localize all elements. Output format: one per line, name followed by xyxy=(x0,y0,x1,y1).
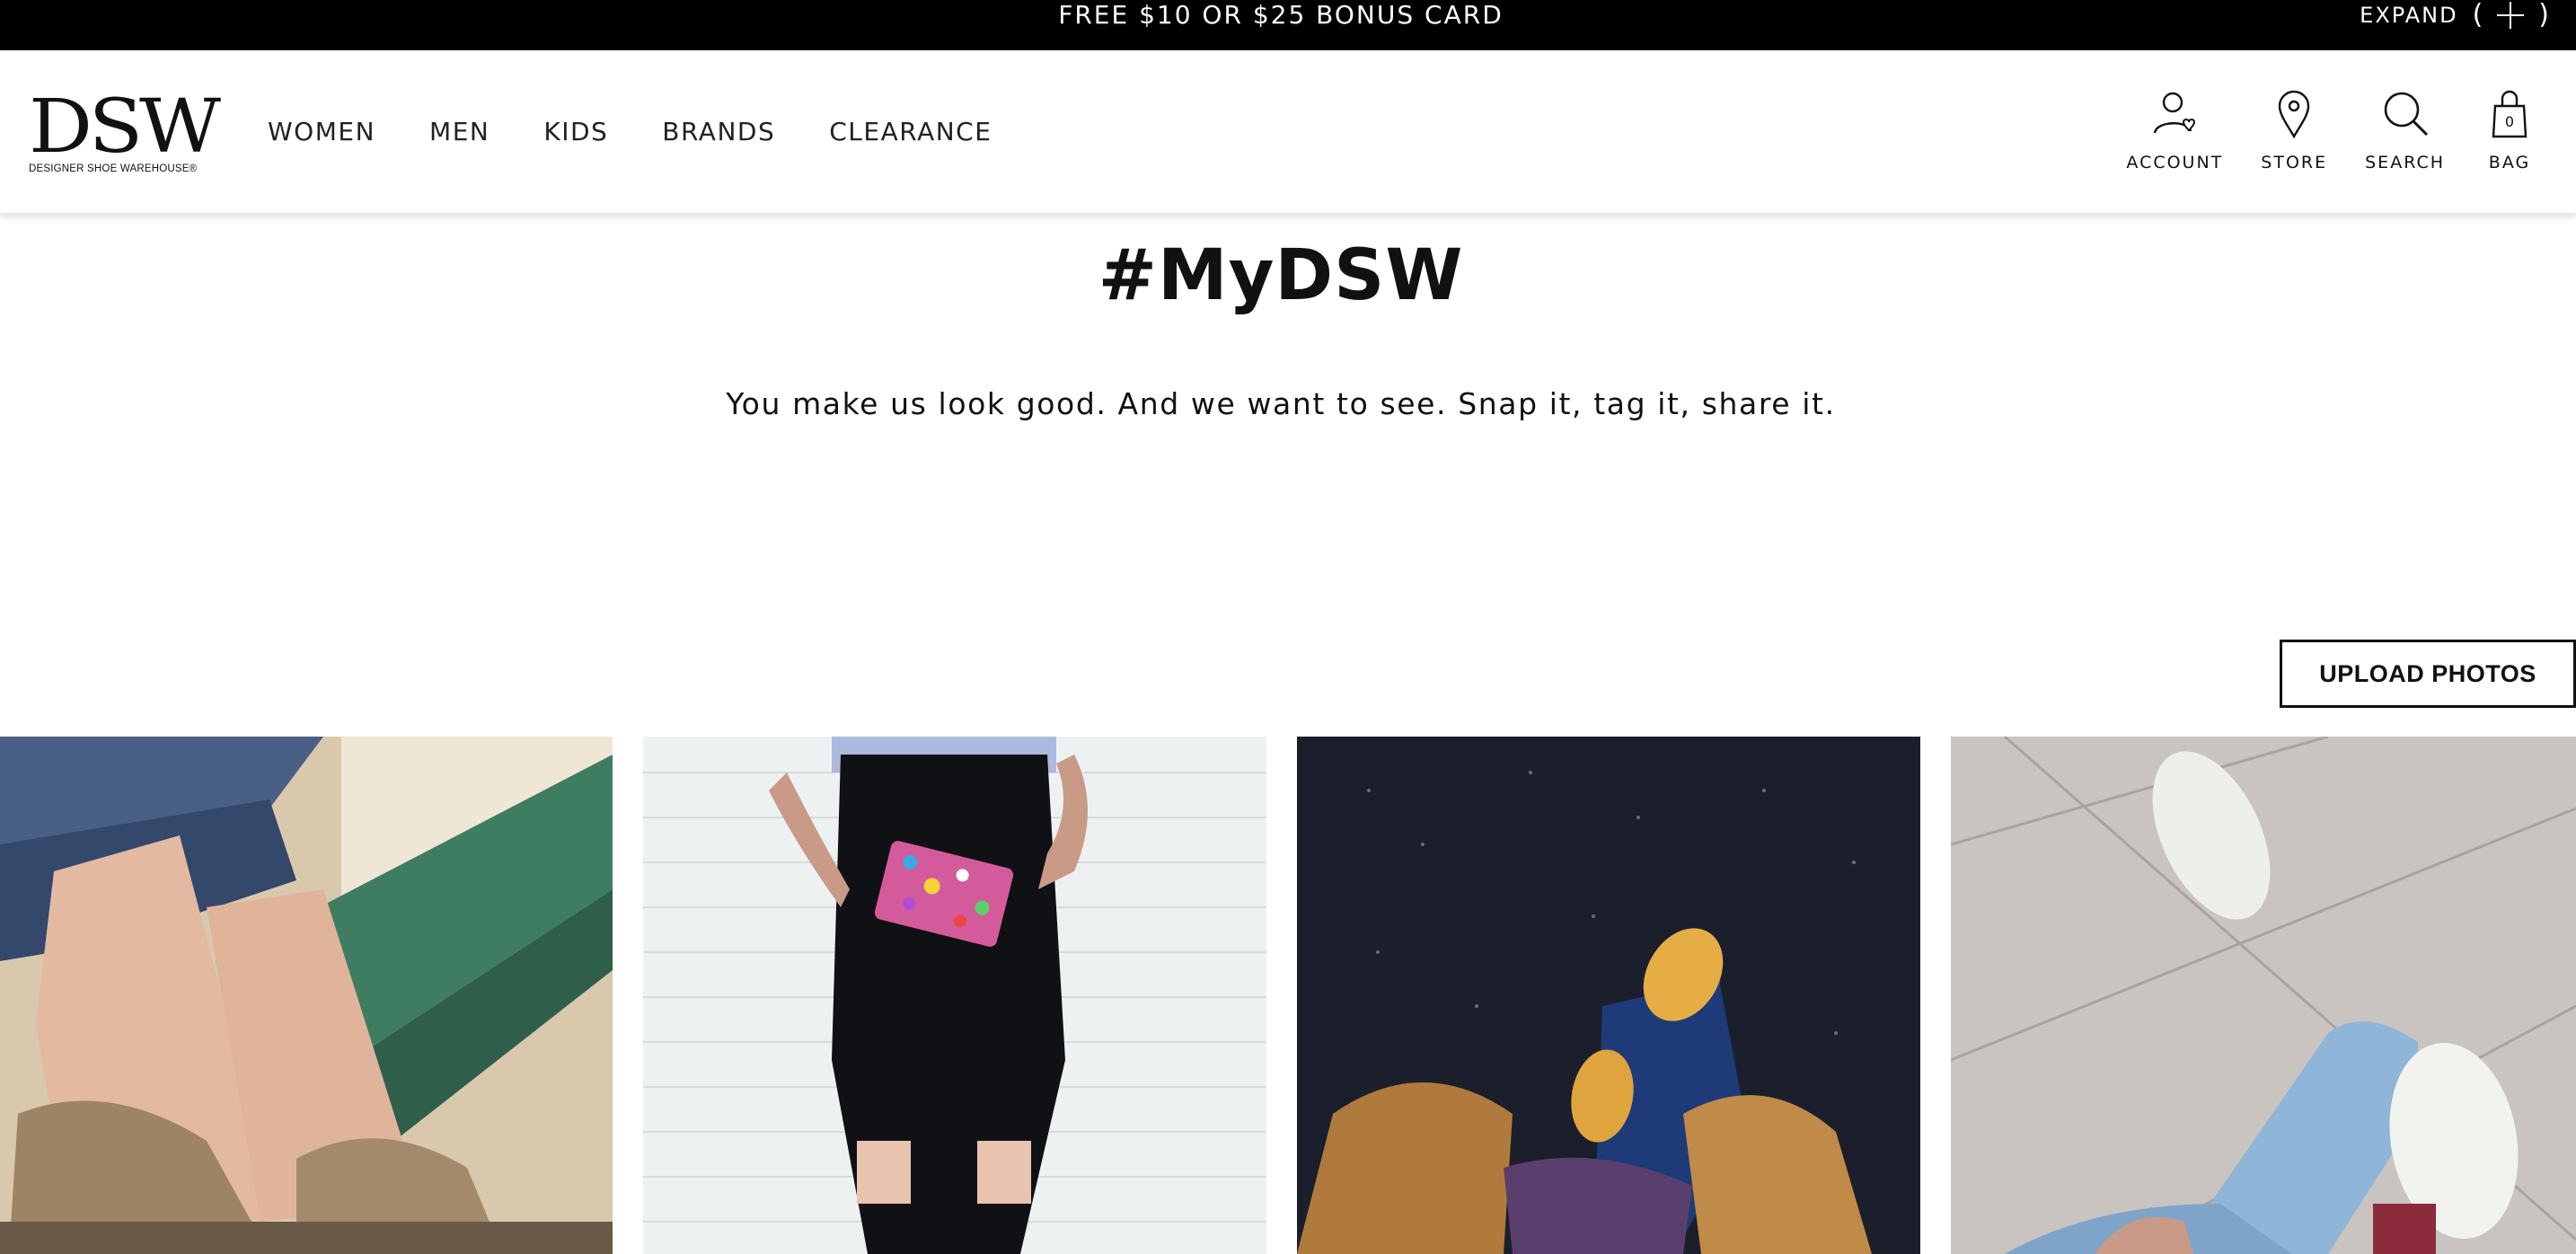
gallery-photo[interactable] xyxy=(643,737,1266,1254)
plus-icon xyxy=(2497,2,2525,29)
gallery-photo[interactable] xyxy=(1951,737,2576,1254)
nav-item-women[interactable]: WOMEN xyxy=(268,50,375,214)
search-icon xyxy=(2384,92,2428,137)
gallery-photo[interactable] xyxy=(1297,737,1920,1254)
logo-mark: DSW xyxy=(29,84,221,170)
photo-white-sneakers-image xyxy=(1951,737,2576,1254)
photo-sneakers-image xyxy=(1297,737,1920,1254)
location-pin-icon xyxy=(2279,90,2310,139)
nav-item-men[interactable]: MEN xyxy=(429,50,490,214)
store-button[interactable]: STORE xyxy=(2261,86,2327,172)
account-button[interactable]: ACCOUNT xyxy=(2126,86,2223,172)
bag-button[interactable]: 0 BAG xyxy=(2483,86,2536,172)
page-title: #MyDSW xyxy=(1098,235,1464,316)
gallery-photo[interactable] xyxy=(0,737,613,1254)
bag-label: BAG xyxy=(2488,153,2531,172)
account-icon xyxy=(2154,92,2196,134)
nav-item-clearance[interactable]: CLEARANCE xyxy=(829,50,992,214)
promo-expand-paren-close: ) xyxy=(2538,0,2549,31)
page-subtitle: You make us look good. And we want to se… xyxy=(726,386,1836,421)
photo-gallery xyxy=(0,737,2576,1254)
shopping-bag-icon: 0 xyxy=(2492,90,2527,138)
main-nav: WOMEN MEN KIDS BRANDS CLEARANCE xyxy=(268,50,1045,214)
search-button[interactable]: SEARCH xyxy=(2365,86,2445,172)
nav-item-kids[interactable]: KIDS xyxy=(543,50,608,214)
promo-expand-paren-open: ( xyxy=(2472,0,2483,31)
nav-item-brands[interactable]: BRANDS xyxy=(662,50,775,214)
bag-count: 0 xyxy=(2505,113,2514,130)
account-label: ACCOUNT xyxy=(2126,153,2224,172)
photo-overalls-image xyxy=(643,737,1266,1254)
site-header: DSW DESIGNER SHOE WAREHOUSE® WOMEN MEN K… xyxy=(0,50,2576,214)
store-label: STORE xyxy=(2261,153,2328,172)
promo-expand-button[interactable]: EXPAND ( ) xyxy=(2360,0,2549,31)
promo-text[interactable]: FREE $10 OR $25 BONUS CARD xyxy=(0,0,2562,31)
search-label: SEARCH xyxy=(2365,153,2445,172)
promo-expand-label: EXPAND xyxy=(2360,3,2458,28)
dsw-logo[interactable]: DSW DESIGNER SHOE WAREHOUSE® xyxy=(29,91,221,175)
header-utilities: ACCOUNT STORE SEARCH 0 BAG xyxy=(2088,86,2536,172)
upload-photos-button[interactable]: UPLOAD PHOTOS xyxy=(2280,640,2576,708)
photo-loafers-image xyxy=(0,737,613,1254)
promo-bar: FREE $10 OR $25 BONUS CARD EXPAND ( ) xyxy=(0,0,2576,50)
